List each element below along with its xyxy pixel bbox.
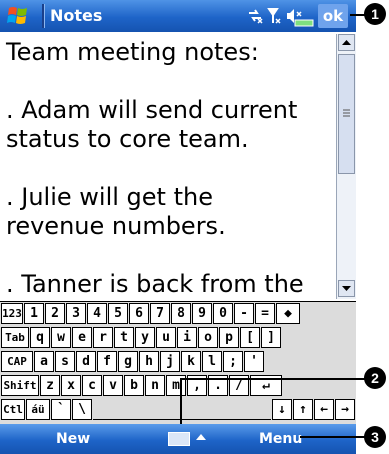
- key-backslash[interactable]: \: [72, 399, 92, 420]
- key-ctrl[interactable]: Ctl: [1, 399, 25, 420]
- key-equals[interactable]: =: [255, 303, 275, 324]
- key-semicolon[interactable]: ;: [223, 351, 243, 372]
- key-arrow-down[interactable]: ↓: [272, 399, 292, 420]
- title-separator: [42, 4, 45, 28]
- key-d[interactable]: d: [76, 351, 96, 372]
- status-icons: [249, 8, 314, 27]
- new-button[interactable]: New: [56, 431, 90, 447]
- key-p[interactable]: p: [219, 327, 239, 348]
- up-arrow-icon[interactable]: [196, 434, 206, 440]
- key-x[interactable]: x: [61, 375, 81, 396]
- key-q[interactable]: q: [30, 327, 50, 348]
- key-backspace[interactable]: ◆: [276, 303, 300, 324]
- key-arrow-up[interactable]: ↑: [293, 399, 313, 420]
- key-6[interactable]: 6: [129, 303, 149, 324]
- callout-2-line: [180, 378, 366, 380]
- key-4[interactable]: 4: [87, 303, 107, 324]
- callout-1: 1: [364, 3, 386, 25]
- keyboard-row-3: CAP a s d f g h j k l ; ': [1, 351, 265, 372]
- key-c[interactable]: c: [82, 375, 102, 396]
- key-backtick[interactable]: `: [51, 399, 71, 420]
- ok-button[interactable]: ok: [318, 4, 348, 28]
- key-k[interactable]: k: [181, 351, 201, 372]
- callout-3-line: [300, 436, 366, 438]
- vertical-scrollbar[interactable]: [336, 34, 356, 299]
- key-123[interactable]: 123: [1, 303, 23, 324]
- menu-button[interactable]: Menu: [259, 431, 302, 447]
- key-1[interactable]: 1: [24, 303, 44, 324]
- key-v[interactable]: v: [103, 375, 123, 396]
- scroll-down-button[interactable]: [338, 280, 355, 297]
- connectivity-icon[interactable]: [249, 9, 263, 24]
- key-shift[interactable]: Shift: [1, 375, 39, 396]
- key-space[interactable]: [93, 399, 271, 420]
- key-8[interactable]: 8: [171, 303, 191, 324]
- title-bar: Notes ok: [0, 0, 356, 32]
- key-r[interactable]: r: [93, 327, 113, 348]
- key-open-bracket[interactable]: [: [240, 327, 260, 348]
- keyboard-row-2: Tab q w e r t y u i o p [ ]: [1, 327, 282, 348]
- key-l[interactable]: l: [202, 351, 222, 372]
- battery-icon[interactable]: [294, 19, 314, 27]
- key-b[interactable]: b: [124, 375, 144, 396]
- keyboard-row-1: 123 1 2 3 4 5 6 7 8 9 0 - = ◆: [1, 303, 301, 324]
- callout-2-stem: [180, 378, 182, 424]
- app-title: Notes: [50, 6, 103, 25]
- key-h[interactable]: h: [139, 351, 159, 372]
- key-arrow-right[interactable]: →: [335, 399, 355, 420]
- note-editor[interactable]: Team meeting notes: . Adam will send cur…: [0, 34, 336, 299]
- key-o[interactable]: o: [198, 327, 218, 348]
- key-u[interactable]: u: [156, 327, 176, 348]
- scroll-down-arrow-icon: [342, 286, 351, 291]
- grip-icon: [343, 109, 350, 117]
- keyboard-icon[interactable]: [168, 432, 190, 446]
- key-quote[interactable]: ': [244, 351, 264, 372]
- key-y[interactable]: y: [135, 327, 155, 348]
- key-t[interactable]: t: [114, 327, 134, 348]
- key-3[interactable]: 3: [66, 303, 86, 324]
- key-w[interactable]: w: [51, 327, 71, 348]
- note-text[interactable]: Team meeting notes: . Adam will send cur…: [0, 34, 336, 299]
- callout-2: 2: [364, 367, 386, 389]
- key-2[interactable]: 2: [45, 303, 65, 324]
- key-arrow-left[interactable]: ←: [314, 399, 334, 420]
- soft-keyboard: 123 1 2 3 4 5 6 7 8 9 0 - = ◆ Tab q w e …: [0, 301, 356, 424]
- key-g[interactable]: g: [118, 351, 138, 372]
- key-j[interactable]: j: [160, 351, 180, 372]
- key-9[interactable]: 9: [192, 303, 212, 324]
- keyboard-row-5: Ctl áü ` \ ↓ ↑ ← →: [1, 399, 356, 420]
- key-i[interactable]: i: [177, 327, 197, 348]
- callout-3: 3: [364, 426, 386, 448]
- windows-start-icon[interactable]: [6, 4, 30, 28]
- key-s[interactable]: s: [55, 351, 75, 372]
- key-caps[interactable]: CAP: [1, 351, 33, 372]
- menu-bar: New Menu: [0, 424, 356, 454]
- key-tab[interactable]: Tab: [1, 327, 29, 348]
- key-e[interactable]: e: [72, 327, 92, 348]
- scroll-up-arrow-icon: [342, 40, 351, 45]
- key-z[interactable]: z: [40, 375, 60, 396]
- scroll-up-button[interactable]: [338, 34, 355, 51]
- key-n[interactable]: n: [145, 375, 165, 396]
- key-a[interactable]: a: [34, 351, 54, 372]
- key-7[interactable]: 7: [150, 303, 170, 324]
- key-5[interactable]: 5: [108, 303, 128, 324]
- signal-icon[interactable]: [267, 8, 281, 24]
- key-close-bracket[interactable]: ]: [261, 327, 281, 348]
- scrollbar-thumb[interactable]: [338, 54, 355, 174]
- key-minus[interactable]: -: [234, 303, 254, 324]
- key-f[interactable]: f: [97, 351, 117, 372]
- key-0[interactable]: 0: [213, 303, 233, 324]
- key-international[interactable]: áü: [26, 399, 50, 420]
